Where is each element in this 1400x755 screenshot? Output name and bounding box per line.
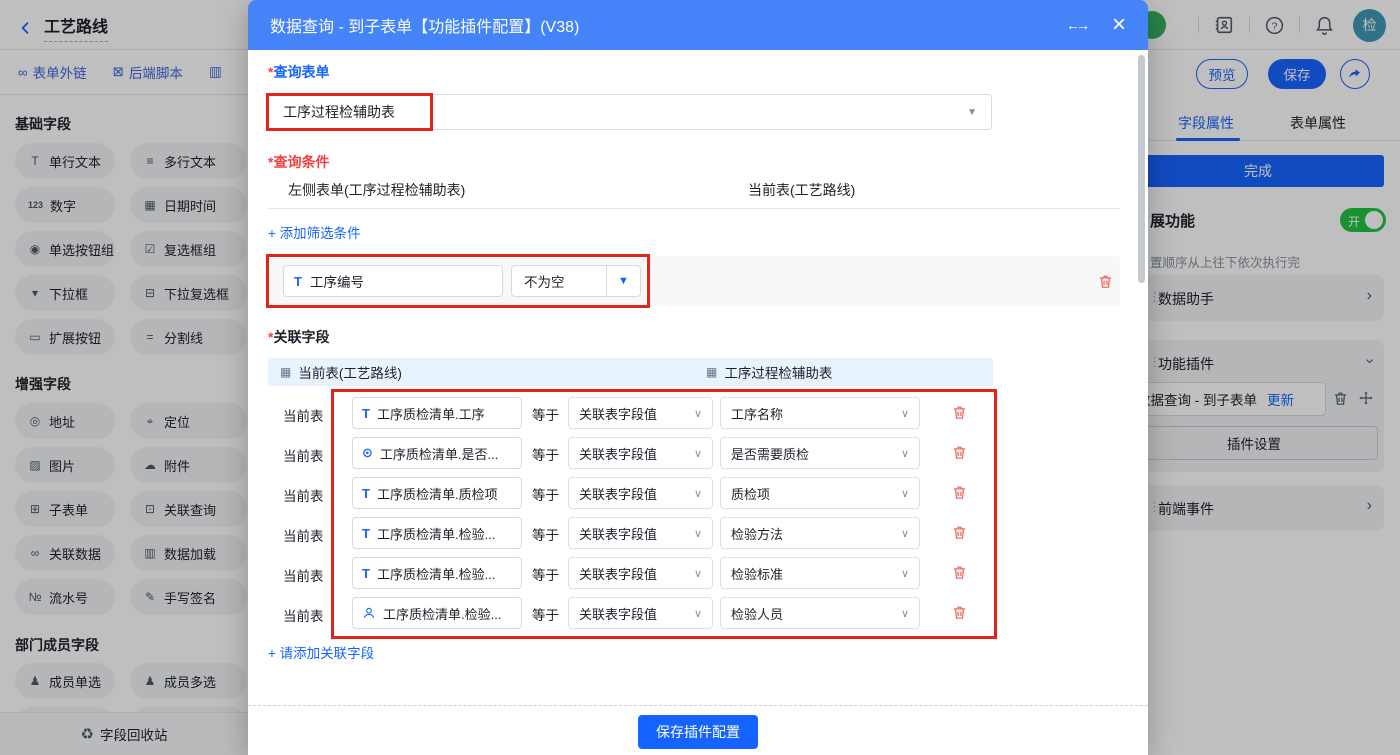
chevron-down-icon: ∨ [694,407,702,420]
condition-operator-select[interactable]: 不为空 ▼ [511,265,641,297]
add-filter-condition-link[interactable]: + 添加筛选条件 [268,222,361,242]
chevron-down-icon: ∨ [901,607,909,620]
filter-condition-row: T 工序编号 不为空 ▼ [268,256,1120,306]
delete-row-icon[interactable] [951,484,968,501]
relation-row: 当前表 ⊙工序质检清单.是否... 等于 关联表字段值∨ 是否需要质检∨ [268,433,993,473]
text-field-icon: T [362,526,370,541]
condition-column-headers: 左侧表单(工序过程检辅助表) 当前表(工艺路线) [288,180,1120,200]
condition-field-input[interactable]: T 工序编号 [283,265,503,297]
query-form-label: *查询表单 [268,62,329,82]
modal-scrollbar[interactable] [1138,55,1145,283]
person-field-icon [362,606,376,620]
relation-field-input[interactable]: T工序质检清单.质检项 [352,477,522,509]
relation-value-select[interactable]: 检验方法∨ [720,517,920,549]
relation-field-input[interactable]: ⊙工序质检清单.是否... [352,437,522,469]
relation-type-select[interactable]: 关联表字段值∨ [568,437,713,469]
aux-table-header: 工序过程检辅助表 [724,362,832,382]
query-condition-label: *查询条件 [268,152,329,172]
chevron-down-icon: ∨ [901,447,909,460]
chevron-down-icon: ∨ [694,567,702,580]
relation-type-select[interactable]: 关联表字段值∨ [568,517,713,549]
current-table-header: 当前表(工艺路线) [298,362,402,382]
delete-row-icon[interactable] [951,604,968,621]
relation-value-select[interactable]: 质检项∨ [720,477,920,509]
modal-header: 数据查询 - 到子表单【功能插件配置】(V38) ←→ × [248,0,1148,50]
relation-value-select[interactable]: 工序名称∨ [720,397,920,429]
delete-row-icon[interactable] [951,524,968,541]
relation-type-select[interactable]: 关联表字段值∨ [568,597,713,629]
chevron-down-icon: ∨ [901,527,909,540]
plugin-config-modal: 数据查询 - 到子表单【功能插件配置】(V38) ←→ × *查询表单 工序过程… [248,0,1148,755]
relation-row: 当前表 T工序质检清单.检验... 等于 关联表字段值∨ 检验标准∨ [268,553,993,593]
radio-field-icon: ⊙ [362,445,373,461]
text-field-icon: T [362,406,370,421]
relation-type-select[interactable]: 关联表字段值∨ [568,397,713,429]
divider [268,208,1120,209]
save-plugin-config-button[interactable]: 保存插件配置 [638,715,758,749]
relation-table-header: ▦ 当前表(工艺路线) ▦ 工序过程检辅助表 [268,358,993,386]
relation-field-input[interactable]: T工序质检清单.工序 [352,397,522,429]
modal-title: 数据查询 - 到子表单【功能插件配置】(V38) [270,13,579,37]
current-form-header: 当前表(工艺路线) [748,180,855,200]
form-grid-icon: ▦ [706,365,717,379]
relation-fields-table: ▦ 当前表(工艺路线) ▦ 工序过程检辅助表 当前表 T工序质检清单.工序 等于… [268,358,993,386]
relation-row: 当前表 T工序质检清单.工序 等于 关联表字段值∨ 工序名称∨ [268,393,993,433]
chevron-down-icon: ∨ [901,487,909,500]
delete-row-icon[interactable] [951,404,968,421]
relation-field-input[interactable]: 工序质检清单.检验... [352,597,522,629]
expand-icon[interactable]: ←→ [1066,17,1090,33]
relation-row: 当前表 T工序质检清单.质检项 等于 关联表字段值∨ 质检项∨ [268,473,993,513]
delete-row-icon[interactable] [951,444,968,461]
relation-type-select[interactable]: 关联表字段值∨ [568,477,713,509]
query-form-select[interactable]: 工序过程检辅助表 ▼ [268,94,992,130]
text-field-icon: T [362,566,370,581]
relation-type-select[interactable]: 关联表字段值∨ [568,557,713,589]
chevron-down-icon: ∨ [694,527,702,540]
relation-field-input[interactable]: T工序质检清单.检验... [352,557,522,589]
chevron-down-icon: ▼ [967,107,977,118]
chevron-down-icon: ∨ [901,407,909,420]
delete-row-icon[interactable] [951,564,968,581]
add-relation-field-link[interactable]: + 请添加关联字段 [268,642,374,662]
chevron-down-icon: ▼ [606,266,640,296]
relation-field-input[interactable]: T工序质检清单.检验... [352,517,522,549]
chevron-down-icon: ∨ [694,487,702,500]
delete-condition-icon[interactable] [1097,273,1114,290]
text-field-icon: T [294,274,302,289]
relation-value-select[interactable]: 检验标准∨ [720,557,920,589]
chevron-down-icon: ∨ [694,607,702,620]
close-icon[interactable]: × [1112,13,1126,37]
relation-row: 当前表 T工序质检清单.检验... 等于 关联表字段值∨ 检验方法∨ [268,513,993,553]
footer-divider [248,705,1148,706]
left-form-header: 左侧表单(工序过程检辅助表) [288,180,748,200]
relation-value-select[interactable]: 是否需要质检∨ [720,437,920,469]
chevron-down-icon: ∨ [901,567,909,580]
relation-fields-label: *关联字段 [268,327,329,347]
relation-value-select[interactable]: 检验人员∨ [720,597,920,629]
relation-row: 当前表 工序质检清单.检验... 等于 关联表字段值∨ 检验人员∨ [268,593,993,633]
chevron-down-icon: ∨ [694,447,702,460]
text-field-icon: T [362,486,370,501]
form-grid-icon: ▦ [280,365,291,379]
